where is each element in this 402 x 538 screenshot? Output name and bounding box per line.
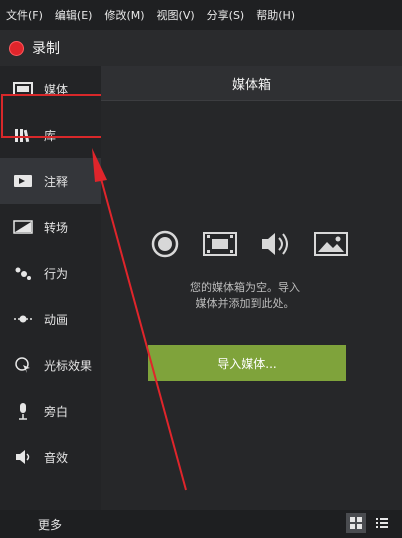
sidebar-item-animations[interactable]: 动画 (0, 296, 101, 342)
menu-modify[interactable]: 修改(M) (98, 7, 150, 23)
sidebar-item-transitions[interactable]: 转场 (0, 204, 101, 250)
sidebar-item-behaviors[interactable]: 行为 (0, 250, 101, 296)
grid-view-icon (350, 517, 362, 529)
page-title: 媒体箱 (231, 77, 271, 93)
microphone-icon (12, 402, 34, 420)
record-bar: 录制 (0, 30, 402, 66)
record-button[interactable]: 录制 (32, 38, 60, 58)
sidebar-item-cursor-effects[interactable]: 光标效果 (0, 342, 101, 388)
empty-media-hint: 您的媒体箱为空。导入 媒体并添加到此处。 (170, 280, 320, 312)
video-media-icon (203, 229, 238, 259)
audio-media-icon (259, 229, 293, 259)
sidebar-item-label: 注释 (44, 174, 69, 189)
menu-file[interactable]: 文件(F) (0, 7, 49, 23)
record-icon[interactable] (9, 40, 24, 56)
hint-line-1: 您的媒体箱为空。导入 (190, 281, 300, 294)
speaker-icon (12, 448, 34, 466)
sidebar-item-audio-effects[interactable]: 音效 (0, 434, 101, 480)
record-media-icon (148, 229, 182, 259)
panel-header: 媒体箱 (101, 66, 402, 101)
sidebar-item-label: 动画 (44, 312, 69, 327)
list-view-button[interactable] (372, 513, 392, 533)
hint-line-2: 媒体并添加到此处。 (195, 297, 295, 310)
sidebar-item-label: 行为 (44, 266, 69, 281)
cursor-effects-icon (12, 356, 34, 374)
sidebar-item-label: 转场 (44, 220, 69, 235)
grid-view-button[interactable] (346, 513, 366, 533)
sidebar-item-annotations[interactable]: 注释 (0, 158, 101, 204)
more-button[interactable]: 更多 (38, 516, 62, 533)
annotations-icon (12, 172, 34, 190)
menu-edit[interactable]: 编辑(E) (49, 7, 99, 23)
sidebar-item-narration[interactable]: 旁白 (0, 388, 101, 434)
menu-help[interactable]: 帮助(H) (250, 7, 301, 23)
menu-view[interactable]: 视图(V) (151, 7, 201, 23)
list-view-icon (376, 518, 388, 528)
transitions-icon (12, 218, 34, 236)
menu-share[interactable]: 分享(S) (201, 7, 251, 23)
sidebar-item-label: 旁白 (44, 404, 69, 419)
annotation-highlight-box (1, 94, 107, 138)
image-media-icon (313, 229, 348, 259)
media-type-icons (148, 228, 348, 260)
sidebar-footer: 更多 (0, 510, 101, 538)
sidebar-item-label: 光标效果 (44, 358, 93, 373)
import-media-button[interactable]: 导入媒体... (148, 345, 346, 381)
animations-icon (12, 310, 34, 328)
behaviors-icon (12, 264, 34, 282)
menu-bar: 文件(F) 编辑(E) 修改(M) 视图(V) 分享(S) 帮助(H) (0, 0, 402, 30)
sidebar-item-label: 音效 (44, 450, 69, 465)
